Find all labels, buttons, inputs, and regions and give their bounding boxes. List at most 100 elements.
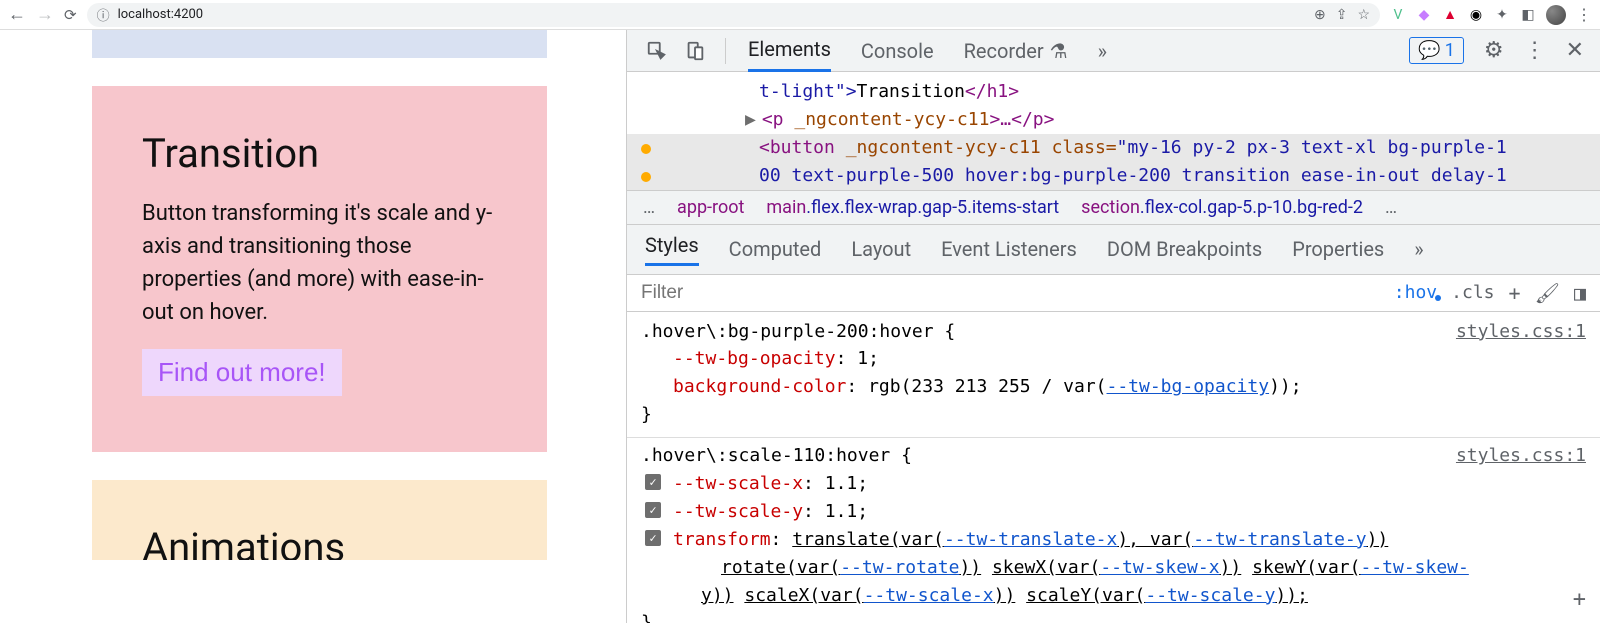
styles-tabbar: Styles Computed Layout Event Listeners D… (627, 225, 1600, 275)
page-content: Transition Button transforming it's scal… (0, 30, 626, 623)
browser-menu-icon[interactable]: ⋮ (1576, 5, 1592, 24)
value: rgb(233 213 255 / var( (868, 376, 1106, 397)
address-bar[interactable]: ⓘ localhost:4200 ⊕ ⇪ ☆ (87, 3, 1380, 27)
tab-dom-breakpoints[interactable]: DOM Breakpoints (1107, 237, 1262, 261)
dom-line-selected[interactable]: 00 text-purple-500 hover:bg-purple-200 t… (627, 162, 1600, 190)
bookmark-icon[interactable]: ☆ (1357, 7, 1370, 23)
dom-line-selected[interactable]: <button _ngcontent-ycy-c11 class="my-16 … (627, 134, 1600, 162)
css-var[interactable]: --tw-scale-x (864, 585, 994, 606)
value: 1.1 (825, 501, 858, 522)
checkbox-icon[interactable]: ✓ (645, 474, 661, 490)
find-out-more-button[interactable]: Find out more! (142, 349, 342, 396)
card-description: Button transforming it's scale and y-axi… (142, 197, 503, 329)
attr-fragment: t-light"> (759, 81, 857, 102)
devtools-header: Elements Console Recorder ⚗ » 💬 1 ⚙ ⋮ ✕ (627, 30, 1600, 72)
angular-ext-icon[interactable]: ▲ (1442, 7, 1458, 23)
toggle-cls[interactable]: .cls (1451, 282, 1494, 303)
property: --tw-bg-opacity (673, 348, 836, 369)
open-tag: <button (759, 137, 835, 158)
crumb-overflow[interactable]: … (1385, 197, 1397, 218)
ext-icon-2[interactable]: ◆ (1416, 7, 1432, 23)
computed-panel-icon[interactable]: ◨ (1574, 281, 1586, 305)
declaration[interactable]: ✓ --tw-scale-y: 1.1; (641, 498, 1586, 526)
styles-rules: styles.css:1 .hover\:bg-purple-200:hover… (627, 312, 1600, 623)
add-rule-icon[interactable]: + (1573, 583, 1586, 617)
crumb-overflow[interactable]: … (643, 197, 655, 218)
new-style-rule-icon[interactable]: + (1509, 281, 1521, 305)
declaration-cont[interactable]: y)) scaleX(var(--tw-scale-x)) scaleY(var… (641, 582, 1586, 610)
expand-arrow-icon[interactable]: ▶ (745, 109, 756, 130)
messages-badge[interactable]: 💬 1 (1409, 37, 1464, 64)
declaration[interactable]: background-color: rgb(233 213 255 / var(… (641, 373, 1586, 401)
tab-properties[interactable]: Properties (1292, 237, 1384, 261)
declaration[interactable]: ✓ --tw-scale-x: 1.1; (641, 470, 1586, 498)
fn: translate(var( (792, 529, 944, 550)
site-info-icon[interactable]: ⓘ (97, 5, 110, 24)
open-tag: <p (762, 109, 784, 130)
crumb-section[interactable]: section.flex-col.gap-5.p-10.bg-red-2 (1081, 197, 1363, 218)
reload-button[interactable]: ⟳ (64, 6, 77, 24)
toggle-hov[interactable]: :hov (1394, 282, 1437, 303)
close-tag: </h1> (965, 81, 1019, 102)
declaration[interactable]: --tw-bg-opacity: 1; (641, 345, 1586, 373)
crumb-app-root[interactable]: app-root (677, 197, 744, 218)
css-var[interactable]: --tw-translate-x (944, 529, 1117, 550)
back-button[interactable]: ← (8, 4, 26, 25)
close-devtools-icon[interactable]: ✕ (1566, 38, 1584, 63)
dom-line[interactable]: ▶<p _ngcontent-ycy-c11>…</p> (727, 106, 1600, 134)
fn: )); (1275, 585, 1308, 606)
css-var[interactable]: --tw-bg-opacity (1107, 376, 1270, 397)
extensions-icon[interactable]: ✦ (1494, 7, 1510, 23)
styles-tabs-overflow[interactable]: » (1414, 237, 1423, 261)
tab-layout[interactable]: Layout (851, 237, 911, 261)
dom-breadcrumb[interactable]: … app-root main.flex.flex-wrap.gap-5.ite… (627, 191, 1600, 225)
crumb-main[interactable]: main.flex.flex-wrap.gap-5.items-start (766, 197, 1059, 218)
tabs-overflow[interactable]: » (1098, 29, 1107, 72)
panel-icon[interactable]: ◧ (1520, 7, 1536, 23)
dom-tree[interactable]: t-light">Transition</h1> ▶<p _ngcontent-… (627, 72, 1600, 190)
share-icon[interactable]: ⇪ (1336, 7, 1348, 23)
ext-icon-4[interactable]: ◉ (1468, 7, 1484, 23)
fn: skewX(var( (992, 557, 1100, 578)
card-prev (92, 30, 547, 58)
inspect-icon[interactable] (645, 39, 669, 63)
tab-styles[interactable]: Styles (645, 233, 699, 266)
tab-recorder[interactable]: Recorder ⚗ (964, 29, 1068, 72)
forward-button[interactable]: → (36, 4, 54, 25)
value: 1 (857, 348, 868, 369)
card-animations: Animations (92, 480, 547, 560)
paint-icon[interactable]: 🖌 (1535, 281, 1560, 305)
css-var[interactable]: --tw-rotate (840, 557, 959, 578)
checkbox-icon[interactable]: ✓ (645, 530, 661, 546)
css-var[interactable]: --tw-skew- (1360, 557, 1468, 578)
tab-recorder-label: Recorder (964, 39, 1044, 63)
css-var[interactable]: --tw-translate-y (1193, 529, 1366, 550)
vue-ext-icon[interactable]: V (1390, 7, 1406, 23)
tab-event-listeners[interactable]: Event Listeners (941, 237, 1077, 261)
card-title: Animations (142, 524, 497, 560)
tab-elements[interactable]: Elements (748, 29, 831, 72)
styles-filter-input[interactable] (641, 282, 1382, 304)
settings-icon[interactable]: ⚙ (1484, 38, 1504, 63)
style-rule[interactable]: styles.css:1 .hover\:scale-110:hover { ✓… (641, 442, 1586, 623)
devtools-menu-icon[interactable]: ⋮ (1524, 38, 1546, 63)
text-node: Transition (857, 81, 965, 102)
fn: )) (1220, 557, 1242, 578)
rule-source[interactable]: styles.css:1 (1456, 442, 1586, 470)
fn: scaleX(var( (744, 585, 863, 606)
css-var[interactable]: --tw-skew-x (1100, 557, 1219, 578)
declaration-cont[interactable]: rotate(var(--tw-rotate)) skewX(var(--tw-… (641, 554, 1586, 582)
rule-source[interactable]: styles.css:1 (1456, 318, 1586, 346)
dom-line[interactable]: t-light">Transition</h1> (727, 78, 1600, 106)
css-var[interactable]: --tw-scale-y (1145, 585, 1275, 606)
profile-avatar[interactable] (1546, 5, 1566, 25)
device-icon[interactable] (683, 39, 707, 63)
attr-value: "my-16 py-2 px-3 text-xl bg-purple-1 (1117, 137, 1507, 158)
declaration[interactable]: ✓ transform: translate(var(--tw-translat… (641, 526, 1586, 554)
rule-selector: .hover\:scale-110:hover { (641, 442, 1586, 470)
tab-console[interactable]: Console (861, 29, 934, 72)
zoom-icon[interactable]: ⊕ (1314, 7, 1326, 23)
checkbox-icon[interactable]: ✓ (645, 502, 661, 518)
tab-computed[interactable]: Computed (729, 237, 822, 261)
style-rule[interactable]: styles.css:1 .hover\:bg-purple-200:hover… (641, 318, 1586, 430)
